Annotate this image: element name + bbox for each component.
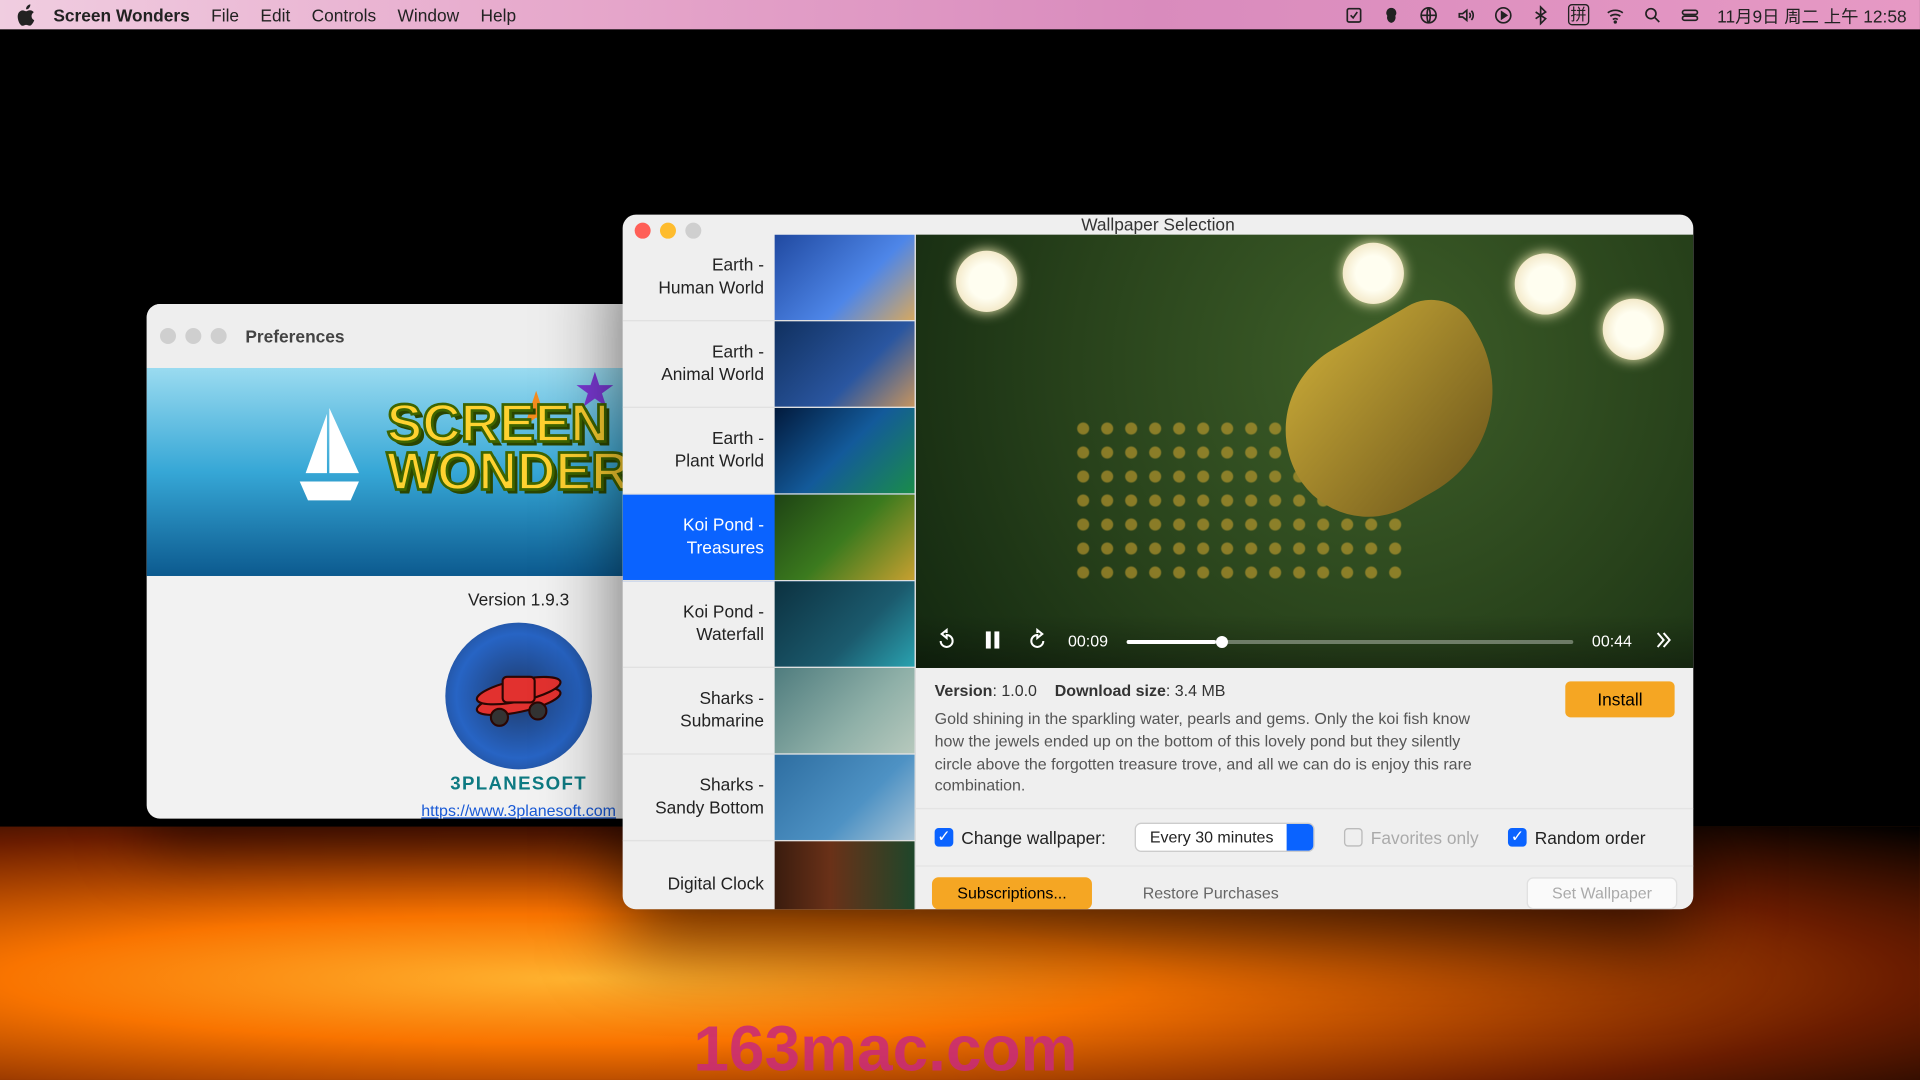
meta-line: Version: 1.0.0 Download size: 3.4 MB (935, 681, 1539, 700)
menu-bar: Screen Wonders File Edit Controls Window… (0, 0, 1920, 29)
total-time: 00:44 (1592, 632, 1632, 651)
preview-video[interactable]: 00:09 00:44 (916, 235, 1693, 668)
lotus-icon (1343, 243, 1404, 304)
list-item[interactable]: Koi Pond -Treasures (623, 495, 915, 582)
list-item-label: Earth -Animal World (623, 341, 775, 386)
wifi-icon[interactable] (1605, 4, 1626, 25)
spotlight-icon[interactable] (1643, 4, 1664, 25)
lotus-icon (1515, 253, 1576, 314)
traffic-minimize[interactable] (185, 328, 201, 344)
list-item[interactable]: Sharks -Sandy Bottom (623, 755, 915, 842)
menu-edit[interactable]: Edit (260, 5, 290, 25)
wps-title: Wallpaper Selection (1081, 215, 1235, 235)
list-item-label: Earth -Plant World (623, 428, 775, 473)
list-item-label: Earth -Human World (623, 255, 775, 300)
menu-help[interactable]: Help (481, 5, 517, 25)
rewind-15-button[interactable] (935, 627, 959, 655)
pause-button[interactable] (977, 625, 1006, 658)
now-playing-icon[interactable] (1493, 4, 1514, 25)
wallpaper-list[interactable]: Earth -Human World Earth -Animal World Ear… (623, 235, 916, 910)
thumbnail (775, 841, 915, 909)
lotus-icon (1603, 299, 1664, 360)
seek-bar[interactable] (1127, 639, 1574, 643)
player-bar: 00:09 00:44 (916, 615, 1693, 668)
interval-select[interactable]: Every 30 minutes (1135, 823, 1315, 852)
install-button[interactable]: Install (1565, 681, 1674, 717)
random-order-checkbox[interactable]: Random order (1508, 828, 1645, 848)
current-time: 00:09 (1068, 632, 1108, 651)
change-wallpaper-checkbox[interactable]: Change wallpaper: (935, 828, 1106, 848)
set-wallpaper-button[interactable]: Set Wallpaper (1527, 878, 1678, 910)
thumbnail (775, 235, 915, 320)
list-item-label: Digital Clock (623, 873, 775, 896)
list-item[interactable]: Sharks -Submarine (623, 668, 915, 755)
sailboat-icon (293, 408, 365, 515)
input-method[interactable]: 拼 (1568, 4, 1589, 25)
list-item[interactable]: Earth -Plant World (623, 408, 915, 495)
list-item[interactable]: Earth -Animal World (623, 321, 915, 408)
favorites-only-checkbox[interactable]: Favorites only (1344, 828, 1479, 848)
app-name[interactable]: Screen Wonders (53, 5, 189, 25)
thumbnail (775, 408, 915, 493)
thumbnail (775, 495, 915, 580)
list-item[interactable]: Digital Clock (623, 841, 915, 909)
control-center-icon[interactable] (1680, 4, 1701, 25)
traffic-zoom[interactable] (685, 223, 701, 239)
menu-controls[interactable]: Controls (312, 5, 377, 25)
traffic-minimize[interactable] (660, 223, 676, 239)
menu-file[interactable]: File (211, 5, 239, 25)
list-item[interactable]: Earth -Human World (623, 235, 915, 322)
menuextra-2-icon[interactable] (1381, 4, 1402, 25)
menuextra-3-icon[interactable] (1419, 4, 1440, 25)
next-icon[interactable] (1651, 627, 1675, 655)
wallpaper-selection-window: Wallpaper Selection Earth -Human WorldEa… (623, 215, 1694, 910)
traffic-close[interactable] (160, 328, 176, 344)
thumbnail (775, 755, 915, 840)
lotus-icon (956, 251, 1017, 312)
subscriptions-button[interactable]: Subscriptions... (932, 878, 1092, 910)
thumbnail (775, 581, 915, 666)
list-item-label: Koi Pond -Treasures (623, 515, 775, 560)
thumbnail (775, 668, 915, 753)
menu-clock[interactable]: 11月9日 周二 上午 12:58 (1717, 2, 1906, 27)
list-item-label: Sharks -Sandy Bottom (623, 775, 775, 820)
preferences-title: Preferences (245, 326, 344, 346)
menuextra-1-icon[interactable] (1344, 4, 1365, 25)
bluetooth-icon[interactable] (1531, 4, 1552, 25)
chevron-updown-icon (1287, 824, 1314, 851)
traffic-zoom[interactable] (211, 328, 227, 344)
traffic-close[interactable] (635, 223, 651, 239)
thumbnail (775, 321, 915, 406)
description: Gold shining in the sparkling water, pea… (935, 708, 1495, 798)
company-logo (445, 623, 592, 770)
restore-purchases-button[interactable]: Restore Purchases (1119, 879, 1303, 908)
list-item[interactable]: Koi Pond -Waterfall (623, 581, 915, 668)
forward-15-button[interactable] (1025, 627, 1049, 655)
watermark: 163mac.com (693, 1013, 1077, 1080)
apple-menu[interactable] (13, 1, 40, 28)
list-item-label: Sharks -Submarine (623, 688, 775, 733)
list-item-label: Koi Pond -Waterfall (623, 601, 775, 646)
menu-window[interactable]: Window (398, 5, 460, 25)
wps-titlebar[interactable]: Wallpaper Selection (623, 215, 1694, 235)
volume-icon[interactable] (1456, 4, 1477, 25)
